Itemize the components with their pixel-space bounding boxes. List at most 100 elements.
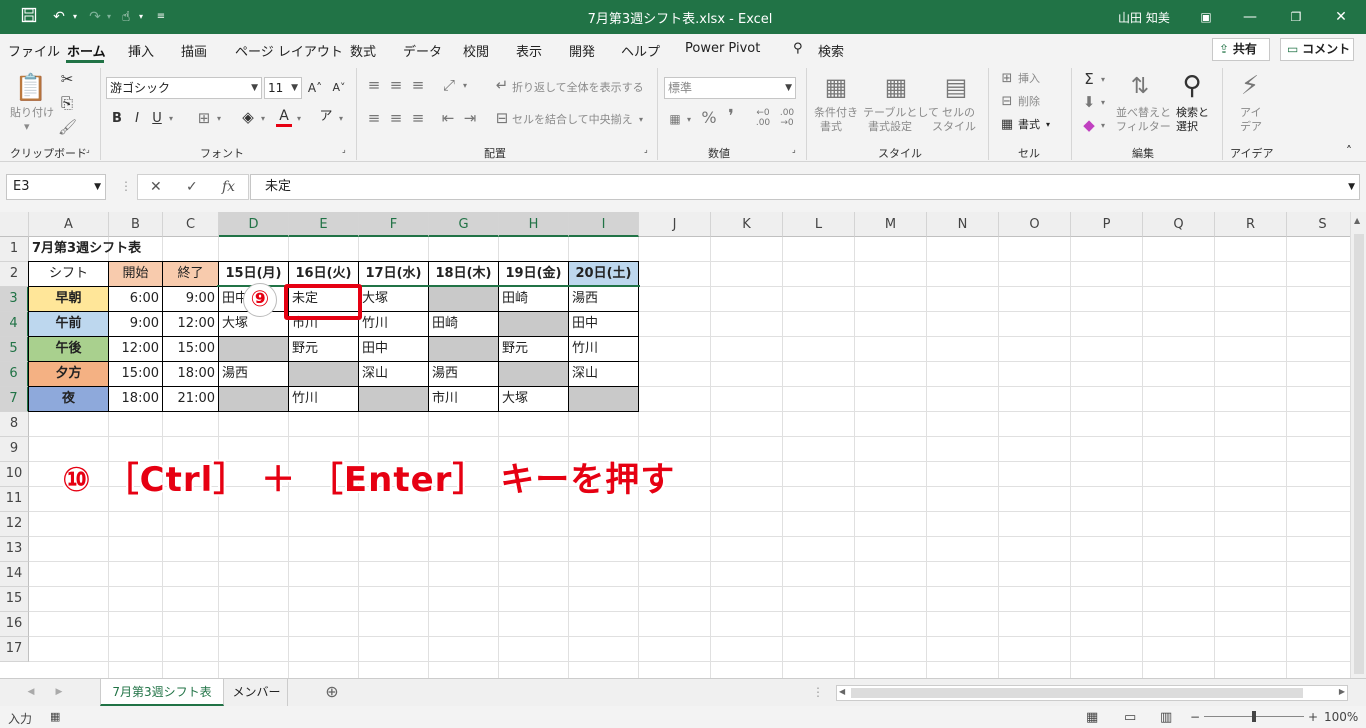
column-header-q[interactable]: Q [1143,212,1215,237]
fill-color-dropdown-icon[interactable]: ▾ [258,110,268,128]
accounting-dropdown-icon[interactable]: ▾ [684,111,694,129]
font-name-combo[interactable]: 游ゴシック ▼ [106,77,262,99]
undo-icon[interactable]: ↶ [48,7,70,27]
page-break-view-icon[interactable]: ▥ [1160,710,1172,725]
decrease-decimal-icon[interactable]: .00 →0 [776,108,798,128]
search-tab[interactable]: 検索 [818,41,844,60]
tab-page-layout[interactable]: ページ レイアウト [235,41,343,60]
cell-c5[interactable]: 15:00 [163,337,218,361]
row-header-4[interactable]: 4 [0,312,29,337]
redo-dropdown-icon[interactable]: ▾ [104,7,114,27]
sheet-tab-shift[interactable]: 7月第3週シフト表 [100,679,224,706]
phonetic-guide-icon[interactable]: ア [318,108,334,126]
zoom-out-icon[interactable]: − [1190,710,1200,724]
cell-i5[interactable]: 竹川 [569,337,638,361]
cell-f4[interactable]: 竹川 [359,312,428,336]
cell-f3[interactable]: 大塚 [359,287,428,311]
increase-indent-icon[interactable]: ⇥ [462,109,478,127]
format-cells-icon[interactable]: ▦ [998,116,1016,134]
minimize-icon[interactable]: — [1240,7,1260,27]
cell-e5[interactable]: 野元 [289,337,358,361]
tab-help[interactable]: ヘルプ [621,41,660,60]
find-select-button[interactable]: 検索と [1176,106,1209,120]
column-header-c[interactable]: C [163,212,219,237]
cell-b7[interactable]: 18:00 [109,387,162,411]
align-middle-icon[interactable]: ≡ [388,76,404,94]
normal-view-icon[interactable]: ▦ [1086,710,1098,725]
cell-h4[interactable] [499,312,568,336]
tab-insert[interactable]: 挿入 [128,41,154,60]
find-select-button-line2[interactable]: 選択 [1176,120,1198,134]
touch-mode-icon[interactable]: ☝ [116,7,136,27]
vertical-scrollbar[interactable]: ▲ [1350,212,1366,678]
cell-b3[interactable]: 6:00 [109,287,162,311]
tab-draw[interactable]: 描画 [181,41,207,60]
column-header-f[interactable]: F [359,212,429,237]
cell-styles-icon[interactable]: ▤ [940,72,972,102]
formula-input[interactable]: 未定 ▼ [250,174,1360,200]
fill-dropdown-icon[interactable]: ▾ [1098,94,1108,112]
redo-icon[interactable]: ↷ [84,7,106,27]
sort-filter-icon[interactable]: ⇅ [1124,72,1156,102]
select-all-corner[interactable] [0,212,29,237]
restore-icon[interactable]: ❐ [1286,7,1306,27]
cell-h5[interactable]: 野元 [499,337,568,361]
underline-dropdown-icon[interactable]: ▾ [166,110,176,128]
row-header-16[interactable]: 16 [0,612,29,637]
row-header-1[interactable]: 1 [0,237,29,262]
cell-styles-button[interactable]: セルの [942,106,975,120]
cell-b5[interactable]: 12:00 [109,337,162,361]
cell-g2[interactable]: 18日(木) [429,262,498,286]
tab-formulas[interactable]: 数式 [350,41,376,60]
column-header-l[interactable]: L [783,212,855,237]
autosum-icon[interactable]: Σ [1080,70,1098,88]
row-header-17[interactable]: 17 [0,637,29,662]
cell-d6[interactable]: 湯西 [219,362,288,386]
enter-icon[interactable]: ✓ [186,179,198,195]
column-header-o[interactable]: O [999,212,1071,237]
cell-d7[interactable] [219,387,288,411]
cell-f2[interactable]: 17日(水) [359,262,428,286]
tab-home[interactable]: ホーム [67,41,106,60]
vertical-scroll-thumb[interactable] [1354,234,1364,674]
format-dropdown-icon[interactable]: ▾ [1046,118,1050,132]
save-icon[interactable] [18,7,40,27]
cell-c7[interactable]: 21:00 [163,387,218,411]
underline-button[interactable]: U [150,110,164,128]
orientation-dropdown-icon[interactable]: ▾ [460,77,470,95]
orientation-icon[interactable]: ⤢ [440,76,458,94]
row-header-7[interactable]: 7 [0,387,29,412]
cell-h7[interactable]: 大塚 [499,387,568,411]
horizontal-scrollbar[interactable]: ◀ ▶ [836,685,1348,701]
cell-e2[interactable]: 16日(火) [289,262,358,286]
row-header-3[interactable]: 3 [0,287,29,312]
row-header-2[interactable]: 2 [0,262,29,287]
cell-f5[interactable]: 田中 [359,337,428,361]
cell-c2[interactable]: 終了 [163,262,218,286]
row-header-9[interactable]: 9 [0,437,29,462]
cell-a4[interactable]: 午前 [29,312,108,336]
zoom-slider-thumb[interactable] [1252,711,1256,722]
phonetic-dropdown-icon[interactable]: ▾ [336,110,346,128]
collapse-ribbon-icon[interactable]: ˄ [1346,144,1352,158]
copy-icon[interactable]: ⎘ [58,94,76,112]
scroll-left-icon[interactable]: ◀ [839,687,845,696]
clear-icon[interactable]: ◆ [1080,116,1098,134]
font-color-icon[interactable]: A [276,108,292,127]
column-header-r[interactable]: R [1215,212,1287,237]
scroll-tabs-left-icon[interactable]: ◀ [24,679,38,706]
merge-center-button[interactable]: セルを結合して中央揃え [512,113,633,127]
column-header-a[interactable]: A [29,212,109,237]
share-button[interactable]: ⇪ 共有 [1212,38,1270,61]
cell-g7[interactable]: 市川 [429,387,498,411]
insert-cells-button[interactable]: 挿入 [1018,72,1040,86]
cell-b4[interactable]: 9:00 [109,312,162,336]
conditional-format-button-line2[interactable]: 書式 [820,120,842,134]
row-header-11[interactable]: 11 [0,487,29,512]
autosum-dropdown-icon[interactable]: ▾ [1098,71,1108,89]
sheet-tab-members[interactable]: メンバー [226,679,288,706]
cell-d2[interactable]: 15日(月) [219,262,288,286]
cell-g6[interactable]: 湯西 [429,362,498,386]
ideas-button[interactable]: アイ [1240,106,1261,120]
font-size-combo[interactable]: 11 ▼ [264,77,302,99]
